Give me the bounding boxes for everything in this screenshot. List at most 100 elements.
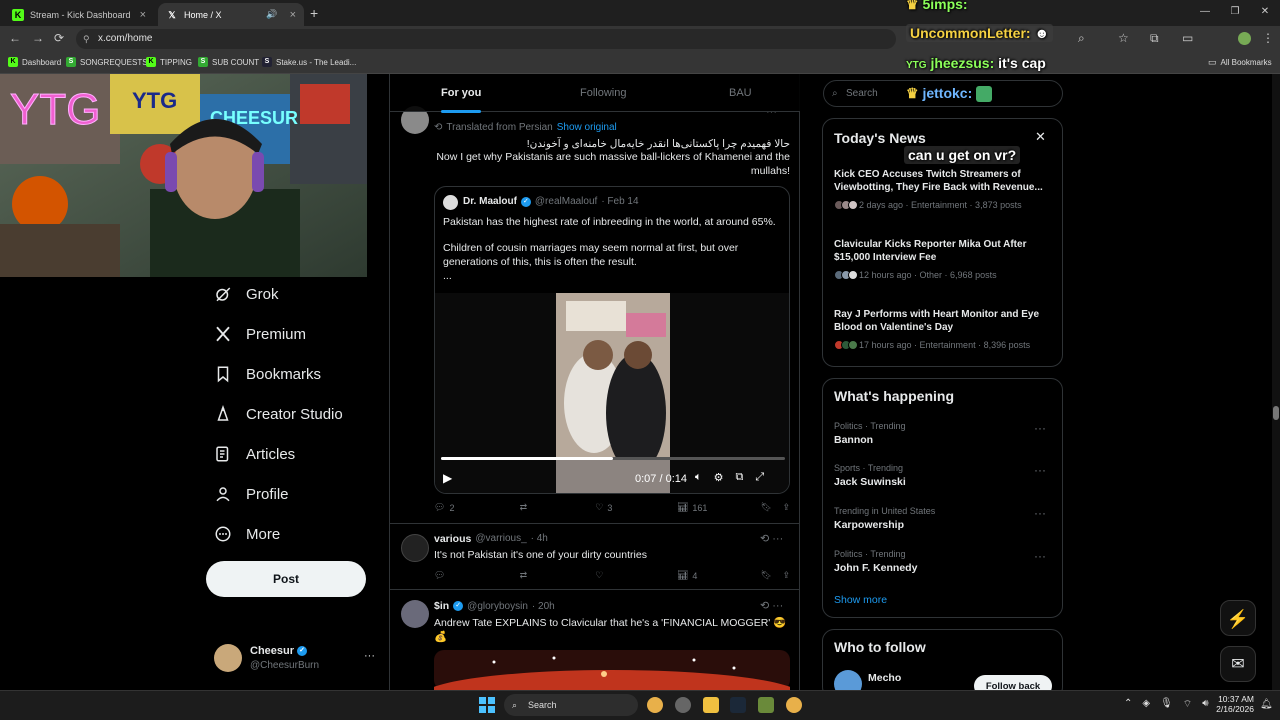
bookmark-star-icon[interactable]: ☆ — [1118, 31, 1129, 45]
tweet[interactable]: ··· ⟲ Translated from Persian Show origi… — [390, 106, 800, 524]
windows-start-icon[interactable] — [479, 697, 495, 713]
bookmark-tipping[interactable]: K TIPPING — [146, 57, 192, 67]
tweet-media-image[interactable] — [434, 650, 790, 690]
reload-icon[interactable]: ⟳ — [54, 31, 64, 45]
like-button[interactable]: ♡ 3 — [595, 502, 677, 513]
retweet-icon[interactable]: ⇄ — [520, 570, 596, 581]
heart-icon[interactable]: ♡ — [595, 570, 677, 581]
news-item[interactable]: Clavicular Kicks Reporter Mika Out After… — [834, 238, 1056, 280]
trend-item[interactable]: Politics · Trending Bannon ··· — [834, 421, 1056, 446]
reply-button[interactable]: 💬︎ 2 — [434, 502, 520, 513]
bookmark-songrequests[interactable]: S SONGREQUESTS — [66, 57, 148, 67]
close-window-icon[interactable]: ✕ — [1250, 0, 1280, 26]
nav-bookmarks[interactable]: Bookmarks — [214, 365, 321, 383]
close-icon[interactable]: ✕ — [1035, 129, 1046, 145]
settings-gear-icon[interactable]: ⚙ — [714, 471, 724, 484]
bookmark-stake[interactable]: S Stake.us - The Leadi... — [262, 57, 356, 67]
trend-item[interactable]: Sports · Trending Jack Suwinski ··· — [834, 463, 1056, 488]
back-icon[interactable]: ← — [9, 31, 21, 45]
bookmark-dashboard[interactable]: K Dashboard — [8, 57, 61, 67]
news-item[interactable]: Ray J Performs with Heart Monitor and Ey… — [834, 308, 1056, 350]
tweet[interactable]: various @varrious_ · 4h ⟲ ··· It's not P… — [390, 524, 800, 590]
speaker-icon[interactable]: 🔊 — [266, 9, 277, 20]
url-field[interactable]: ⚲ x.com/home — [76, 29, 896, 49]
sidepanel-icon[interactable]: ▭ — [1182, 31, 1193, 45]
file-explorer-icon[interactable] — [703, 697, 719, 713]
chrome-icon[interactable] — [786, 697, 802, 713]
quoted-tweet[interactable]: Dr. Maalouf ✓ @realMaalouf · Feb 14 Paki… — [434, 186, 790, 494]
share-icon[interactable]: ⇪ — [782, 502, 790, 513]
messages-icon[interactable]: ✉ — [1220, 646, 1256, 682]
close-icon[interactable]: × — [290, 9, 296, 21]
volume-icon[interactable]: 🔊︎ — [1202, 698, 1208, 711]
nav-grok[interactable]: Grok — [214, 285, 279, 303]
nav-profile[interactable]: Profile — [214, 485, 289, 503]
account-switcher[interactable]: Cheesur ✓ @CheesurBurn ··· — [214, 644, 375, 676]
play-icon[interactable]: ▶ — [443, 471, 452, 485]
bookmark-sub-count[interactable]: S SUB COUNT — [198, 57, 259, 67]
tab-bau[interactable]: BAU — [729, 87, 752, 99]
taskbar-search[interactable]: ⌕ Search — [504, 694, 638, 716]
tab-kick-dashboard[interactable]: K Stream - Kick Dashboard × — [4, 3, 154, 26]
suggested-user-name[interactable]: Mecho — [868, 672, 901, 684]
trend-more-icon[interactable]: ··· — [1034, 463, 1046, 477]
nav-creator-studio[interactable]: Creator Studio — [214, 405, 343, 423]
trend-more-icon[interactable]: ··· — [1034, 506, 1046, 520]
clock[interactable]: 10:37 AM 2/16/2026 — [1214, 694, 1254, 714]
post-button[interactable]: Post — [206, 561, 366, 597]
menu-icon[interactable]: ⋮ — [1262, 31, 1274, 45]
nav-premium[interactable]: Premium — [214, 325, 306, 343]
grok-float-icon[interactable]: ⚡ — [1220, 600, 1256, 636]
site-info-icon[interactable]: ⚲ — [83, 29, 90, 49]
profile-avatar[interactable] — [1238, 32, 1251, 45]
minecraft-icon[interactable] — [758, 697, 774, 713]
news-item[interactable]: Kick CEO Accuses Twitch Streamers of Vie… — [834, 168, 1056, 210]
video-progress[interactable] — [441, 457, 785, 460]
scrollbar-thumb[interactable] — [1273, 406, 1279, 420]
nav-articles[interactable]: Articles — [214, 445, 295, 463]
account-more-icon[interactable]: ··· — [364, 650, 375, 662]
tab-for-you[interactable]: For you — [441, 87, 482, 113]
tweet-more-icon[interactable]: ⟲ ··· — [760, 532, 783, 545]
trend-more-icon[interactable]: ··· — [1034, 421, 1046, 435]
bookmark-icon[interactable]: 🔖︎ — [761, 570, 783, 581]
tab-home-x[interactable]: 𝕏 Home / X 🔊 × — [158, 3, 304, 26]
tweet-more-icon[interactable]: ⟲ ··· — [760, 599, 783, 612]
zoom-icon[interactable]: ⌕ — [1078, 31, 1085, 46]
close-icon[interactable]: × — [140, 9, 146, 21]
notification-bell-icon[interactable]: 🔔︎ — [1260, 699, 1273, 710]
extensions-icon[interactable]: ⧉ — [1150, 31, 1159, 46]
show-original-link[interactable]: Show original — [557, 122, 617, 133]
all-bookmarks[interactable]: ▭ All Bookmarks — [1208, 57, 1272, 68]
tray-chevron-icon[interactable]: ⌃ — [1124, 698, 1132, 711]
tweet[interactable]: $in ✓ @gloryboysin · 20h ⟲ ··· Andrew Ta… — [390, 590, 800, 690]
fullscreen-icon[interactable]: ⤢ — [755, 471, 764, 484]
show-more-link[interactable]: Show more — [834, 594, 887, 606]
picture-in-picture-icon[interactable]: ⧉ — [735, 471, 743, 484]
tray-app-icon[interactable]: ◈ — [1142, 698, 1150, 711]
nav-more[interactable]: More — [214, 525, 280, 543]
wifi-icon[interactable]: ⌔ — [1183, 698, 1192, 711]
chrome-icon[interactable] — [647, 697, 663, 713]
trend-more-icon[interactable]: ··· — [1034, 549, 1046, 563]
forward-icon[interactable]: → — [32, 31, 44, 45]
tweet-author-name[interactable]: $in — [434, 600, 449, 612]
github-icon[interactable] — [675, 697, 691, 713]
tweet-author-name[interactable]: various — [434, 533, 471, 545]
minimize-icon[interactable]: — — [1190, 0, 1220, 26]
reply-icon[interactable]: 💬︎ — [434, 570, 520, 581]
tab-following[interactable]: Following — [580, 87, 626, 99]
bookmark-icon[interactable]: 🔖︎ — [761, 502, 783, 513]
share-icon[interactable]: ⇪ — [782, 570, 790, 581]
maximize-icon[interactable]: ❐ — [1220, 0, 1250, 26]
views-button[interactable]: 📊︎ 4 — [677, 570, 761, 581]
trend-item[interactable]: Politics · Trending John F. Kennedy ··· — [834, 549, 1056, 574]
trend-item[interactable]: Trending in United States Karpowership ·… — [834, 506, 1056, 531]
video-player[interactable]: ▶ 0:07 / 0:14 🔈︎ ⚙ ⧉ ⤢ — [435, 293, 789, 493]
steam-icon[interactable] — [730, 697, 746, 713]
volume-icon[interactable]: 🔈︎ — [695, 471, 702, 484]
views-button[interactable]: 📊︎ 161 — [677, 502, 761, 513]
mic-icon[interactable]: 🎙︎ — [1160, 698, 1173, 711]
scrollbar[interactable] — [1272, 74, 1280, 690]
retweet-button[interactable]: ⇄ — [520, 502, 596, 513]
